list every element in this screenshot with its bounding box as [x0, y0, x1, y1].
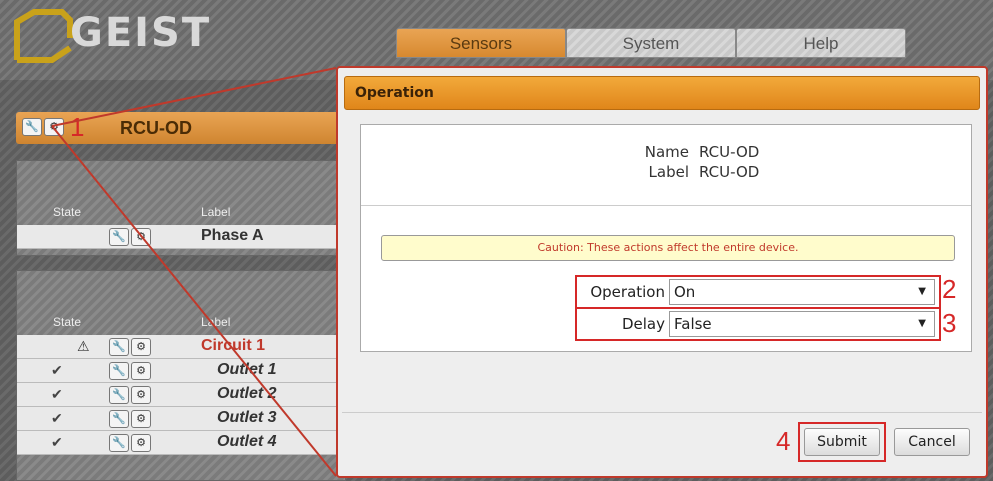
- cancel-button[interactable]: Cancel: [894, 428, 970, 456]
- operation-dialog: Operation Name RCU-OD Label RCU-OD Cauti…: [336, 66, 988, 478]
- label-value: RCU-OD: [699, 163, 760, 181]
- dialog-body: Name RCU-OD Label RCU-OD Caution: These …: [360, 124, 972, 352]
- footer-divider: [342, 412, 982, 413]
- dialog-title: Operation: [355, 85, 434, 101]
- submit-button[interactable]: Submit: [804, 428, 880, 456]
- operation-highlight: [575, 275, 941, 309]
- label-label: Label: [648, 163, 689, 181]
- caution-banner: Caution: These actions affect the entire…: [381, 235, 955, 261]
- callout-4: 4: [776, 426, 791, 456]
- name-value: RCU-OD: [699, 143, 760, 161]
- name-label: Name: [644, 143, 689, 161]
- dialog-titlebar: Operation: [344, 76, 980, 110]
- callout-2: 2: [942, 274, 957, 304]
- callout-3: 3: [942, 308, 957, 338]
- divider: [361, 205, 971, 206]
- delay-highlight: [575, 307, 941, 341]
